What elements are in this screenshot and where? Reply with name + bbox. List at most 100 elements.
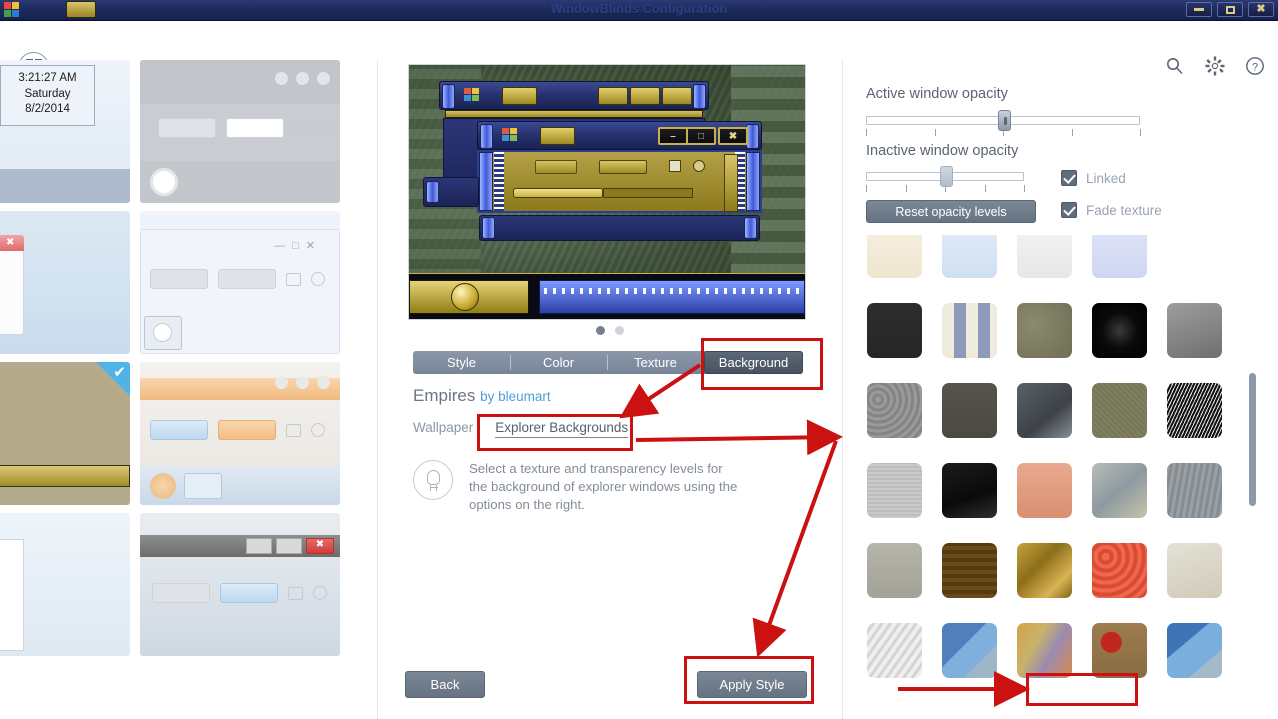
maximize-button[interactable] <box>1217 2 1243 17</box>
tab-color[interactable]: Color <box>510 351 607 374</box>
texture-cell[interactable] <box>857 543 932 598</box>
preview-window-stub <box>423 177 479 207</box>
texture-cell[interactable] <box>1007 235 1082 278</box>
texture-cell[interactable] <box>1082 623 1157 678</box>
texture-cell[interactable] <box>857 303 932 358</box>
linked-checkbox[interactable] <box>1061 170 1077 186</box>
background-subtabs[interactable]: Wallpaper Explorer Backgrounds <box>413 420 629 438</box>
settings-tabs[interactable]: Style Color Texture Background <box>413 351 803 374</box>
texture-swatch-dark-wood[interactable] <box>942 543 997 598</box>
texture-swatch-lavender-gradient[interactable] <box>1092 235 1147 278</box>
tab-texture[interactable]: Texture <box>607 351 704 374</box>
minimize-button[interactable] <box>1186 2 1212 17</box>
apply-style-button[interactable]: Apply Style <box>697 671 807 698</box>
windowblinds-app: WindowBlinds Configuration ✖ ? ✖ —□✕ ✔ ✖… <box>0 0 1278 719</box>
texture-cell[interactable] <box>1157 623 1232 678</box>
texture-swatch-salmon-paper[interactable] <box>1017 463 1072 518</box>
window-title: WindowBlinds Configuration <box>550 2 728 16</box>
texture-swatch-olive-marble[interactable] <box>1017 303 1072 358</box>
texture-cell[interactable] <box>857 623 932 678</box>
texture-cell[interactable] <box>932 383 1007 438</box>
texture-cell[interactable] <box>932 303 1007 358</box>
texture-swatch-charcoal-solid[interactable] <box>867 303 922 358</box>
texture-swatch-blue-plaid[interactable] <box>942 303 997 358</box>
texture-cell[interactable] <box>1082 235 1157 278</box>
linked-checkbox-row[interactable]: Linked <box>1061 170 1126 186</box>
theme-thumb-steel[interactable]: ✕ <box>0 513 130 656</box>
theme-preview-image[interactable]: – □ ✖ <box>408 64 806 320</box>
texture-swatch-gold-foil[interactable] <box>1017 543 1072 598</box>
texture-cell[interactable] <box>1007 543 1082 598</box>
texture-cell[interactable] <box>1082 543 1157 598</box>
theme-thumb-steel-2[interactable]: ✖ <box>140 513 340 656</box>
texture-swatch-grey-stucco[interactable] <box>867 543 922 598</box>
texture-cell[interactable] <box>1082 303 1157 358</box>
texture-cell[interactable] <box>857 383 932 438</box>
texture-cell[interactable] <box>1082 383 1157 438</box>
subtab-explorer-backgrounds[interactable]: Explorer Backgrounds <box>495 420 629 438</box>
texture-cell[interactable] <box>1007 463 1082 518</box>
texture-cell[interactable] <box>1157 303 1232 358</box>
texture-cell[interactable] <box>1157 235 1232 278</box>
theme-thumb-empires[interactable]: ✖ ✔ <box>0 362 130 505</box>
texture-swatch-grey-concrete[interactable] <box>1167 463 1222 518</box>
tab-background[interactable]: Background <box>704 351 803 374</box>
texture-swatch-blue-facets-2[interactable] <box>1167 623 1222 678</box>
texture-swatch-black-gloss[interactable] <box>942 463 997 518</box>
texture-swatch-red-bubble[interactable] <box>1092 543 1147 598</box>
texture-swatch-khaki-canvas[interactable] <box>1092 383 1147 438</box>
texture-cell[interactable] <box>1157 463 1232 518</box>
texture-cell[interactable] <box>1157 383 1232 438</box>
texture-swatch-abstract-paint[interactable] <box>1017 623 1072 678</box>
texture-swatch-weathered-blue[interactable] <box>1092 463 1147 518</box>
texture-cell[interactable] <box>857 463 932 518</box>
texture-cell[interactable] <box>1082 463 1157 518</box>
fade-texture-checkbox[interactable] <box>1061 202 1077 218</box>
fade-texture-checkbox-row[interactable]: Fade texture <box>1061 202 1162 218</box>
texture-gallery[interactable] <box>857 235 1272 680</box>
texture-swatch-black-crackle[interactable] <box>1167 383 1222 438</box>
texture-swatch-white-marble[interactable] <box>867 623 922 678</box>
texture-cell[interactable] <box>1007 623 1082 678</box>
texture-swatch-blue-facets[interactable] <box>942 623 997 678</box>
texture-swatch-dark-olive-solid[interactable] <box>942 383 997 438</box>
preview-page-dots[interactable] <box>378 326 842 335</box>
texture-scrollbar[interactable] <box>1249 373 1256 506</box>
theme-thumbnail-list[interactable]: ✖ —□✕ ✖ ✔ <box>0 60 352 719</box>
close-button[interactable]: ✖ <box>1248 2 1274 17</box>
inactive-opacity-slider[interactable] <box>866 166 1025 192</box>
tab-style[interactable]: Style <box>413 351 510 374</box>
texture-swatch-slate-clouds[interactable] <box>1017 383 1072 438</box>
texture-cell[interactable] <box>1157 543 1232 598</box>
texture-cell[interactable] <box>857 235 932 278</box>
texture-cell[interactable] <box>932 463 1007 518</box>
texture-swatch-pale-blue-gradient[interactable] <box>942 235 997 278</box>
page-dot-1[interactable] <box>596 326 605 335</box>
inactive-opacity-thumb[interactable] <box>940 166 954 187</box>
texture-swatch-grey-stone[interactable] <box>1167 303 1222 358</box>
window-titlebar: WindowBlinds Configuration ✖ <box>0 0 1278 21</box>
texture-cell[interactable] <box>932 623 1007 678</box>
texture-cell[interactable] <box>932 543 1007 598</box>
texture-swatch-cream-gradient[interactable] <box>867 235 922 278</box>
theme-thumb-blue[interactable]: ✖ <box>0 211 130 354</box>
back-button[interactable]: Back <box>405 671 485 698</box>
texture-swatch-grey-leather[interactable] <box>867 383 922 438</box>
texture-cell[interactable] <box>1007 303 1082 358</box>
page-dot-2[interactable] <box>615 326 624 335</box>
texture-cell[interactable] <box>1007 383 1082 438</box>
theme-thumb-cream[interactable] <box>140 362 340 505</box>
theme-thumb-ltblue[interactable]: —□✕ <box>140 211 340 354</box>
reset-opacity-button[interactable]: Reset opacity levels <box>866 200 1036 223</box>
subtab-wallpaper[interactable]: Wallpaper <box>413 420 473 435</box>
texture-swatch-aged-paper[interactable] <box>1167 543 1222 598</box>
active-opacity-thumb[interactable] <box>997 110 1011 131</box>
texture-cell[interactable] <box>932 235 1007 278</box>
texture-swatch-black-diamond[interactable] <box>1092 303 1147 358</box>
theme-thumb-grey-2[interactable] <box>140 60 340 203</box>
texture-swatch-light-grey-linen[interactable] <box>867 463 922 518</box>
clock-date: 8/2/2014 <box>25 103 70 116</box>
active-opacity-slider[interactable] <box>866 110 1141 136</box>
texture-swatch-white-cloud[interactable] <box>1017 235 1072 278</box>
texture-swatch-red-peppers[interactable] <box>1092 623 1147 678</box>
